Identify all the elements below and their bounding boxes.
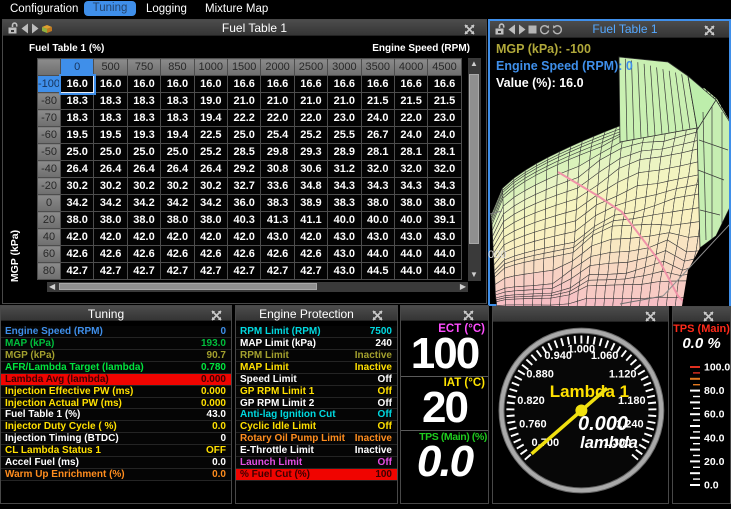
svg-text:0.760: 0.760 — [519, 419, 547, 431]
svg-text:100.0: 100.0 — [704, 362, 730, 374]
svg-text:1.120: 1.120 — [609, 369, 637, 381]
svg-text:60.0: 60.0 — [704, 409, 725, 421]
svg-text:0.820: 0.820 — [517, 395, 545, 407]
svg-text:40.0: 40.0 — [704, 432, 725, 444]
svg-text:1.060: 1.060 — [591, 350, 619, 362]
svg-text:0.0: 0.0 — [704, 480, 719, 492]
svg-text:80.0: 80.0 — [704, 385, 725, 397]
svg-text:0.880: 0.880 — [526, 369, 554, 381]
svg-text:20.0: 20.0 — [704, 456, 725, 468]
svg-text:Lambda 1: Lambda 1 — [550, 382, 629, 401]
svg-text:lambda: lambda — [580, 434, 638, 452]
svg-text:0.000: 0.000 — [578, 413, 628, 435]
